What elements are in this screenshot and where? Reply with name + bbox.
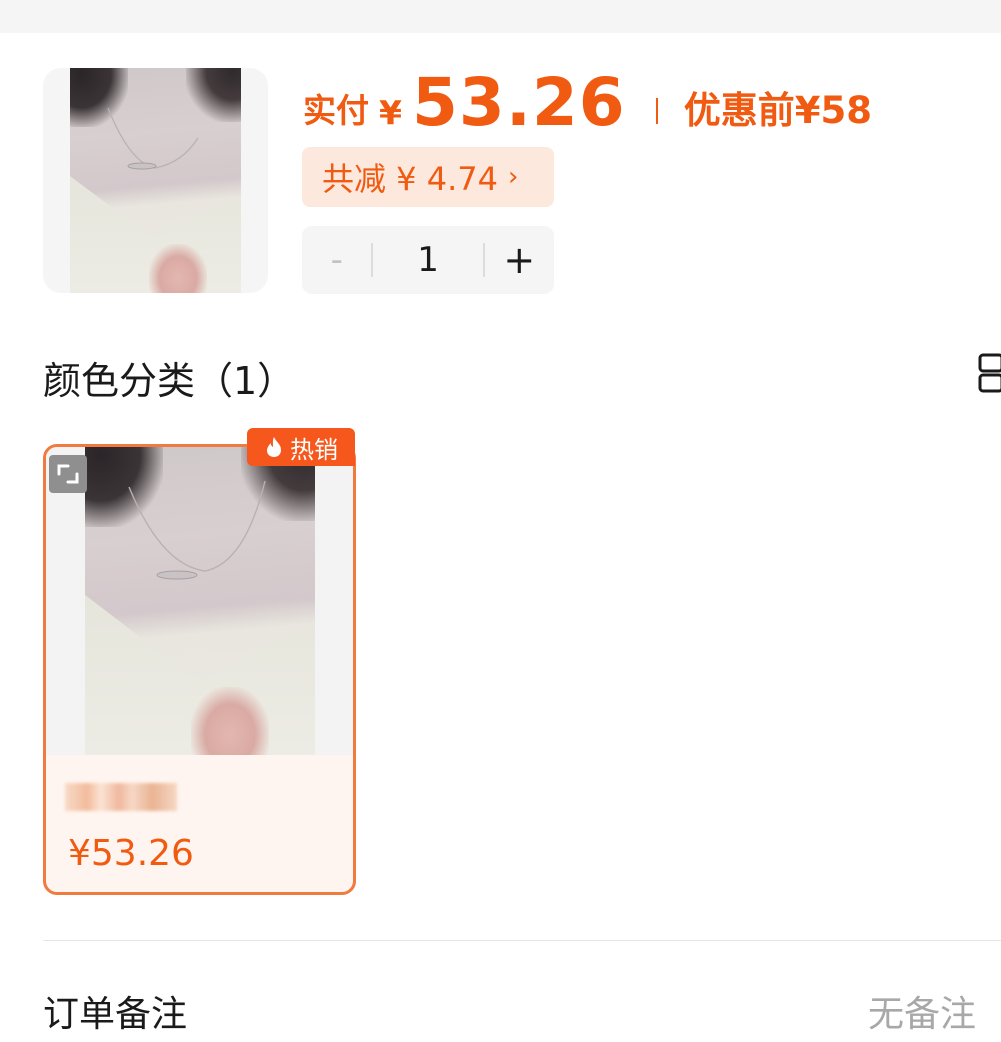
grid-view-icon[interactable] (978, 353, 1001, 393)
paid-label: 实付 (303, 91, 369, 130)
order-note-value[interactable]: 无备注 (868, 985, 976, 1037)
hot-sale-badge: 热销 (247, 428, 355, 466)
sku-price: ¥53.26 (68, 833, 194, 874)
sku-name-blurred (65, 783, 177, 811)
chevron-right-icon: › (507, 162, 519, 192)
product-photo (70, 68, 241, 293)
expand-icon[interactable] (49, 455, 87, 493)
order-note-label: 订单备注 (43, 994, 188, 1035)
discount-badge[interactable]: 共减 ¥ 4.74 › (302, 147, 554, 207)
section-title: 颜色分类（1） (43, 359, 296, 403)
quantity-stepper: - 1 + (302, 226, 554, 294)
top-gray-band (0, 0, 1001, 33)
paid-price: 53.26 (411, 64, 626, 141)
divider (43, 940, 1001, 941)
decrease-button[interactable]: - (302, 240, 371, 280)
price-row: 实付 ¥ 53.26 优惠前¥58 (303, 62, 872, 142)
quantity-value[interactable]: 1 (373, 240, 482, 280)
fire-icon (267, 437, 281, 457)
sku-option-card[interactable]: ¥53.26 (43, 444, 356, 895)
hot-badge-label: 热销 (290, 435, 338, 464)
sku-image-area (46, 447, 353, 755)
sku-photo (85, 447, 315, 755)
original-price: 优惠前¥58 (683, 89, 872, 132)
discount-text: 共减 ¥ 4.74 (322, 160, 498, 198)
currency-symbol: ¥ (379, 93, 402, 132)
product-thumbnail[interactable] (43, 68, 268, 293)
increase-button[interactable]: + (485, 238, 554, 282)
price-separator (655, 98, 658, 124)
